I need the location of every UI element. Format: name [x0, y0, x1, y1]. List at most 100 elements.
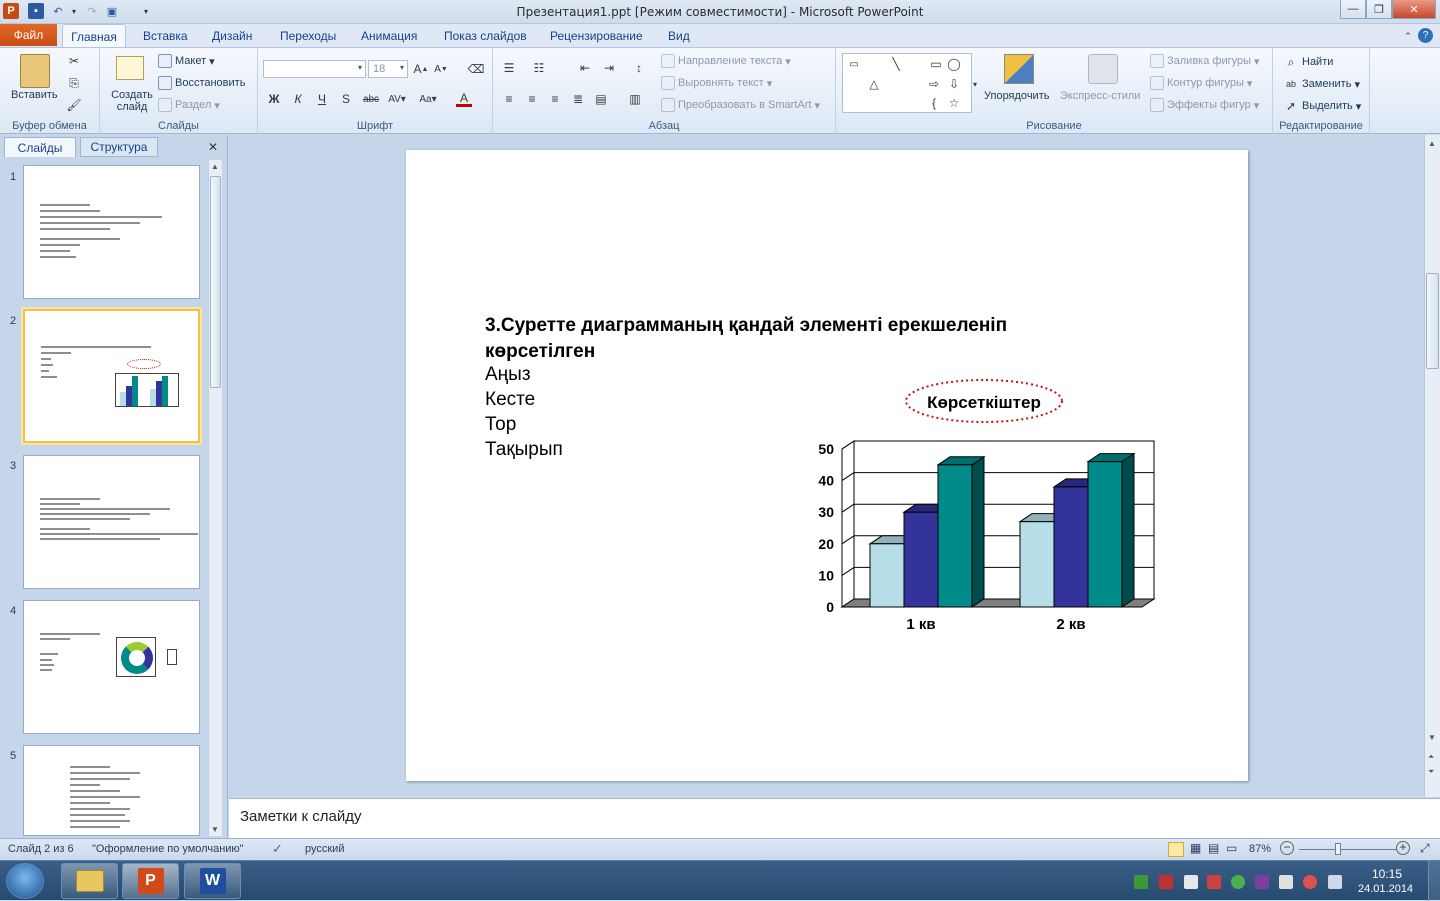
scroll-thumb[interactable]: [1426, 273, 1439, 369]
scroll-thumb[interactable]: [210, 176, 221, 388]
text-direction-button[interactable]: Направление текста ▾: [661, 54, 791, 68]
fit-slide-icon[interactable]: ⤢: [1420, 841, 1430, 856]
tab-transitions[interactable]: Переходы: [280, 29, 336, 43]
italic-button[interactable]: К: [290, 91, 306, 107]
tab-slides-pane[interactable]: Слайды: [4, 137, 76, 157]
next-slide-icon[interactable]: ⏷: [1428, 767, 1434, 777]
shrink-font-icon[interactable]: A ▼: [433, 61, 449, 77]
shape-rectangle-icon[interactable]: ▭: [928, 56, 944, 72]
tray-flag-icon[interactable]: [1184, 875, 1198, 889]
shape-arrow-down-icon[interactable]: ⇩: [946, 76, 962, 92]
layout-button[interactable]: Макет ▾: [158, 54, 215, 68]
zoom-in-icon[interactable]: +: [1396, 841, 1410, 855]
taskbar-word[interactable]: W: [184, 863, 241, 899]
line-spacing-icon[interactable]: ↕: [631, 60, 647, 76]
bullets-icon[interactable]: ☰: [501, 60, 517, 76]
zoom-level[interactable]: 87%: [1249, 843, 1271, 855]
scroll-down-icon[interactable]: ▼: [211, 825, 219, 834]
notes-placeholder[interactable]: Заметки к слайду: [240, 808, 362, 825]
copy-icon[interactable]: ⎘: [66, 75, 82, 91]
tray-volume-icon[interactable]: [1279, 875, 1293, 889]
align-left-icon[interactable]: ≡: [501, 91, 517, 107]
shape-brace-icon[interactable]: {: [926, 95, 942, 111]
clear-formatting-icon[interactable]: ⌫: [468, 61, 485, 77]
theme-name[interactable]: "Оформление по умолчанию": [92, 843, 244, 855]
reset-button[interactable]: Восстановить: [158, 76, 245, 90]
shape-textbox-icon[interactable]: ▭: [846, 56, 862, 72]
shape-oval-icon[interactable]: ◯: [946, 56, 962, 72]
shapes-more-icon[interactable]: ▾: [967, 76, 983, 92]
tab-insert[interactable]: Вставка: [143, 29, 188, 43]
cut-icon[interactable]: ✂: [66, 53, 82, 69]
taskbar-explorer[interactable]: [61, 863, 118, 899]
notes-pane[interactable]: Заметки к слайду: [229, 798, 1440, 838]
tray-network-icon[interactable]: [1328, 875, 1342, 889]
quick-styles-icon[interactable]: [1088, 54, 1118, 84]
strikethrough-button[interactable]: abc: [360, 91, 382, 107]
arrange-icon[interactable]: [1004, 54, 1034, 84]
minimize-ribbon-icon[interactable]: ⌃: [1400, 28, 1416, 44]
tray-antivirus-icon[interactable]: [1231, 875, 1245, 889]
decrease-indent-icon[interactable]: ⇤: [577, 60, 593, 76]
section-button[interactable]: Раздел ▾: [158, 98, 220, 112]
align-right-icon[interactable]: ≡: [547, 91, 563, 107]
character-spacing-icon[interactable]: AV▾: [386, 91, 408, 107]
previous-slide-icon[interactable]: ⏶: [1428, 752, 1434, 762]
shape-fill-button[interactable]: Заливка фигуры ▾: [1150, 54, 1260, 68]
slide-canvas[interactable]: 3.Суретте диаграмманың қандай элементі е…: [406, 150, 1248, 781]
quick-styles-button[interactable]: Экспресс-стили: [1060, 90, 1140, 102]
shape-triangle-icon[interactable]: △: [866, 76, 882, 92]
format-painter-icon[interactable]: 🖌: [66, 97, 82, 113]
slide-thumbnail-4[interactable]: [23, 600, 200, 734]
show-desktop-button[interactable]: [1428, 861, 1440, 901]
slide-scrollbar[interactable]: ▲ ▼ ⏶ ⏷: [1424, 135, 1440, 797]
find-button[interactable]: ⌕ Найти: [1283, 54, 1334, 70]
zoom-slider[interactable]: [1299, 843, 1397, 855]
clock-time[interactable]: 10:15: [1372, 867, 1402, 881]
bold-button[interactable]: Ж: [266, 91, 282, 107]
tab-design[interactable]: Дизайн: [212, 29, 252, 43]
tab-slideshow[interactable]: Показ слайдов: [444, 29, 527, 43]
answer-options[interactable]: Аңыз Кесте Тор Тақырып: [485, 362, 563, 462]
close-pane-icon[interactable]: ✕: [205, 137, 221, 157]
slide-thumbnail-3[interactable]: [23, 455, 200, 589]
columns-icon[interactable]: ▥: [627, 91, 643, 107]
tray-at-icon[interactable]: [1303, 875, 1317, 889]
shape-arrow-right-icon[interactable]: ⇨: [926, 76, 942, 92]
shape-effects-button[interactable]: Эффекты фигур ▾: [1150, 98, 1259, 112]
font-size-combobox[interactable]: 18 ▾: [368, 60, 408, 78]
align-center-icon[interactable]: ≡: [524, 91, 540, 107]
slide-sorter-icon[interactable]: ▦: [1190, 841, 1201, 855]
font-name-combobox[interactable]: ▾: [263, 60, 366, 78]
new-slide-icon[interactable]: [116, 56, 144, 80]
select-button[interactable]: ➚ Выделить ▾: [1283, 98, 1361, 114]
maximize-button[interactable]: ❐: [1366, 0, 1392, 19]
shape-line-icon[interactable]: ╲: [888, 56, 904, 72]
tab-outline-pane[interactable]: Структура: [80, 137, 158, 157]
shadow-button[interactable]: S: [338, 91, 354, 107]
thumbnails-scrollbar[interactable]: ▲ ▼: [208, 160, 222, 836]
smartart-button[interactable]: Преобразовать в SmartArt ▾: [661, 98, 820, 112]
slide-thumbnail-5[interactable]: [23, 745, 200, 836]
zoom-out-icon[interactable]: −: [1280, 841, 1294, 855]
tab-review[interactable]: Рецензирование: [550, 29, 643, 43]
tray-checkmark-icon[interactable]: [1134, 875, 1148, 889]
slide-thumbnail-1[interactable]: [23, 165, 200, 299]
change-case-icon[interactable]: Aa▾: [416, 91, 440, 107]
tab-view[interactable]: Вид: [668, 29, 690, 43]
arrange-button[interactable]: Упорядочить: [984, 90, 1049, 102]
reading-view-icon[interactable]: ▤: [1208, 841, 1219, 855]
tray-speaker-muted-icon[interactable]: [1207, 875, 1221, 889]
distributed-icon[interactable]: ▤: [593, 91, 609, 107]
taskbar-powerpoint[interactable]: P: [122, 863, 179, 899]
grow-font-icon[interactable]: A ▲: [413, 61, 429, 77]
normal-view-icon[interactable]: [1168, 842, 1184, 857]
bar-chart[interactable]: Көрсеткіштер 0 10 20 30 40 50 1 кв 2 кв: [806, 375, 1186, 645]
tab-animations[interactable]: Анимация: [361, 29, 417, 43]
tab-file[interactable]: Файл: [0, 24, 57, 46]
question-title[interactable]: 3.Суретте диаграмманың қандай элементі е…: [485, 313, 1125, 365]
start-button[interactable]: [6, 863, 44, 899]
replace-button[interactable]: ab Заменить ▾: [1283, 76, 1360, 92]
numbering-icon[interactable]: ☷: [531, 60, 547, 76]
tray-shield-icon[interactable]: [1159, 875, 1173, 889]
